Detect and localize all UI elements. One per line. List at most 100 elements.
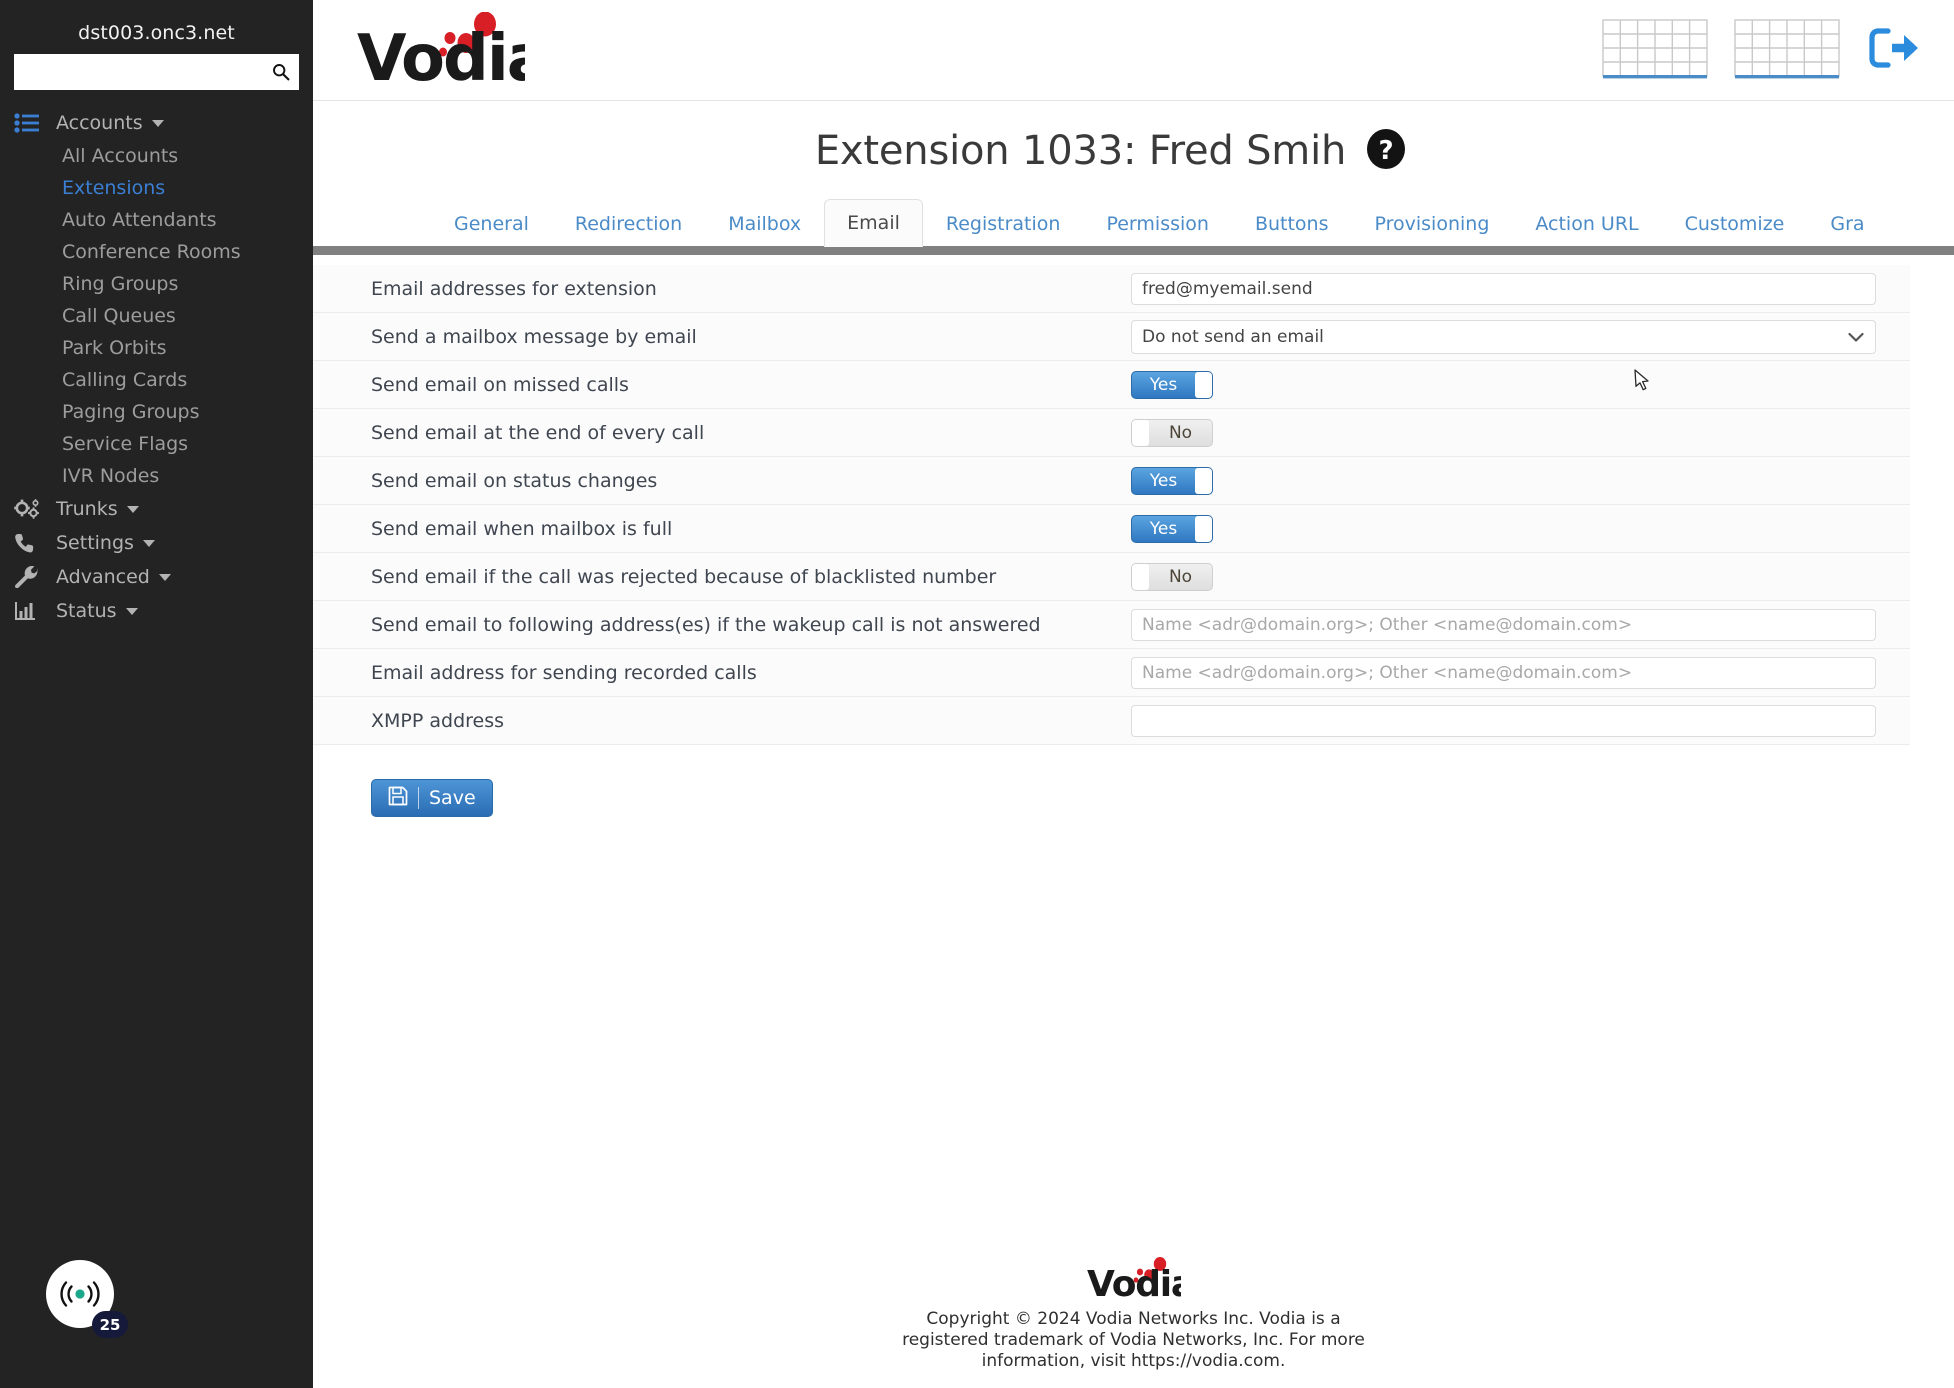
page-title: Extension 1033: Fred Smih [814, 128, 1347, 174]
svg-text:?: ? [1379, 136, 1394, 166]
sidebar-group-accounts[interactable]: Accounts [0, 106, 313, 140]
form-row-email-addresses: Email addresses for extension [313, 265, 1910, 313]
sidebar-item-extensions[interactable]: Extensions [0, 172, 313, 204]
row-control: Do not send an email [1131, 319, 1910, 354]
main-content: Vodia [313, 0, 1954, 1388]
row-control [1131, 704, 1910, 737]
sidebar-item-auto-attendants[interactable]: Auto Attendants [0, 204, 313, 236]
tab-graphs[interactable]: Gra [1807, 200, 1887, 247]
tab-redirection[interactable]: Redirection [552, 200, 705, 247]
sidebar-item-call-queues[interactable]: Call Queues [0, 300, 313, 332]
sidebar-item-all-accounts[interactable]: All Accounts [0, 140, 313, 172]
tab-email[interactable]: Email [824, 199, 923, 247]
sidebar-group-trunks[interactable]: Trunks [0, 492, 313, 526]
footer-vodia-logo: Vodia [313, 1257, 1954, 1305]
sidebar-group-status[interactable]: Status [0, 594, 313, 628]
wakeup-call-email-input[interactable] [1131, 608, 1876, 641]
sidebar-host-label: dst003.onc3.net [78, 22, 235, 44]
row-control [1131, 272, 1910, 305]
sidebar-item-service-flags[interactable]: Service Flags [0, 428, 313, 460]
row-control: Yes [1131, 466, 1910, 495]
footer: Vodia Copyright © 2024 Vodia Networks In… [313, 1257, 1954, 1372]
help-circle-icon[interactable]: ? [1364, 127, 1408, 175]
vodia-logo: Vodia [357, 11, 550, 96]
chevron-down-icon [126, 505, 139, 513]
form-row-missed-calls: Send email on missed calls Yes [313, 361, 1910, 409]
toggle-label: No [1168, 422, 1193, 443]
sidebar-group-settings[interactable]: Settings [0, 526, 313, 560]
toggle-end-of-every-call[interactable]: No [1131, 418, 1213, 447]
toggle-missed-calls[interactable]: Yes [1131, 370, 1213, 399]
toggle-knob [1195, 371, 1212, 398]
row-label: Email address for sending recorded calls [371, 661, 757, 684]
sidebar-item-park-orbits[interactable]: Park Orbits [0, 332, 313, 364]
tab-registration[interactable]: Registration [923, 200, 1084, 247]
toggle-blacklisted-rejected[interactable]: No [1131, 562, 1213, 591]
chart-icon [14, 599, 44, 623]
row-label: Send email to following address(es) if t… [371, 613, 1041, 636]
form-row-end-of-call: Send email at the end of every call No [313, 409, 1910, 457]
svg-text:Vodia: Vodia [1087, 1264, 1181, 1299]
sip-count-badge: 25 [92, 1311, 128, 1338]
row-control: No [1131, 562, 1910, 591]
form-row-xmpp-address: XMPP address [313, 697, 1910, 745]
footer-copyright: Copyright © 2024 Vodia Networks Inc. Vod… [902, 1309, 1365, 1371]
chevron-down-icon [151, 119, 164, 127]
list-icon [14, 111, 44, 135]
toggle-mailbox-full[interactable]: Yes [1131, 514, 1213, 543]
search-input[interactable] [15, 55, 298, 89]
sidebar-group-label: Trunks [56, 498, 118, 520]
grid-table-icon-2[interactable] [1734, 17, 1840, 83]
sidebar-item-paging-groups[interactable]: Paging Groups [0, 396, 313, 428]
tabs-horizontal-scrollbar[interactable] [313, 246, 1954, 255]
sidebar-search[interactable] [14, 54, 299, 90]
toggle-knob [1132, 419, 1149, 446]
row-label: Send email on missed calls [371, 373, 629, 396]
sidebar-group-label: Accounts [56, 112, 143, 134]
tab-list: General Redirection Mailbox Email Regist… [313, 199, 1954, 247]
tab-provisioning[interactable]: Provisioning [1351, 200, 1512, 247]
xmpp-address-input[interactable] [1131, 704, 1876, 737]
mailbox-message-select[interactable]: Do not send an email [1131, 319, 1876, 354]
sidebar-group-label: Status [56, 600, 117, 622]
gears-icon [14, 497, 44, 521]
button-divider [418, 787, 419, 809]
row-control: Yes [1131, 514, 1910, 543]
app-root: dst003.onc3.net Accounts All Accounts Ex… [0, 0, 1954, 1388]
save-button[interactable]: Save [371, 779, 493, 817]
row-label: Email addresses for extension [371, 277, 657, 300]
tab-action-url[interactable]: Action URL [1512, 200, 1661, 247]
tab-customize[interactable]: Customize [1662, 200, 1808, 247]
mailbox-message-select-wrap: Do not send an email [1131, 319, 1876, 354]
toggle-label: Yes [1149, 470, 1178, 491]
svg-text:Vodia: Vodia [357, 22, 525, 84]
sip-status-button[interactable]: 25 [46, 1260, 128, 1340]
row-control: No [1131, 418, 1910, 447]
save-button-wrap: Save [313, 745, 1910, 817]
sidebar-item-ivr-nodes[interactable]: IVR Nodes [0, 460, 313, 492]
topbar: Vodia [313, 0, 1954, 101]
tab-general[interactable]: General [431, 200, 552, 247]
grid-table-icon-1[interactable] [1602, 17, 1708, 83]
toggle-label: No [1168, 566, 1193, 587]
tab-buttons[interactable]: Buttons [1232, 200, 1352, 247]
tab-permission[interactable]: Permission [1083, 200, 1231, 247]
sidebar-item-calling-cards[interactable]: Calling Cards [0, 364, 313, 396]
toggle-label: Yes [1149, 374, 1178, 395]
form-row-mailbox-message-by-email: Send a mailbox message by email Do not s… [313, 313, 1910, 361]
sidebar-item-conference-rooms[interactable]: Conference Rooms [0, 236, 313, 268]
sidebar-group-advanced[interactable]: Advanced [0, 560, 313, 594]
search-icon[interactable] [272, 63, 290, 81]
email-addresses-input[interactable] [1131, 272, 1876, 305]
tabs-container: General Redirection Mailbox Email Regist… [313, 199, 1954, 255]
sidebar: dst003.onc3.net Accounts All Accounts Ex… [0, 0, 313, 1388]
toggle-status-changes[interactable]: Yes [1131, 466, 1213, 495]
sidebar-group-label: Settings [56, 532, 134, 554]
row-label: XMPP address [371, 709, 505, 732]
page-title-row: Extension 1033: Fred Smih ? [313, 101, 1954, 175]
tab-mailbox[interactable]: Mailbox [705, 200, 824, 247]
logout-icon[interactable] [1866, 25, 1922, 75]
wrench-icon [14, 565, 44, 589]
sidebar-item-ring-groups[interactable]: Ring Groups [0, 268, 313, 300]
recorded-calls-email-input[interactable] [1131, 656, 1876, 689]
